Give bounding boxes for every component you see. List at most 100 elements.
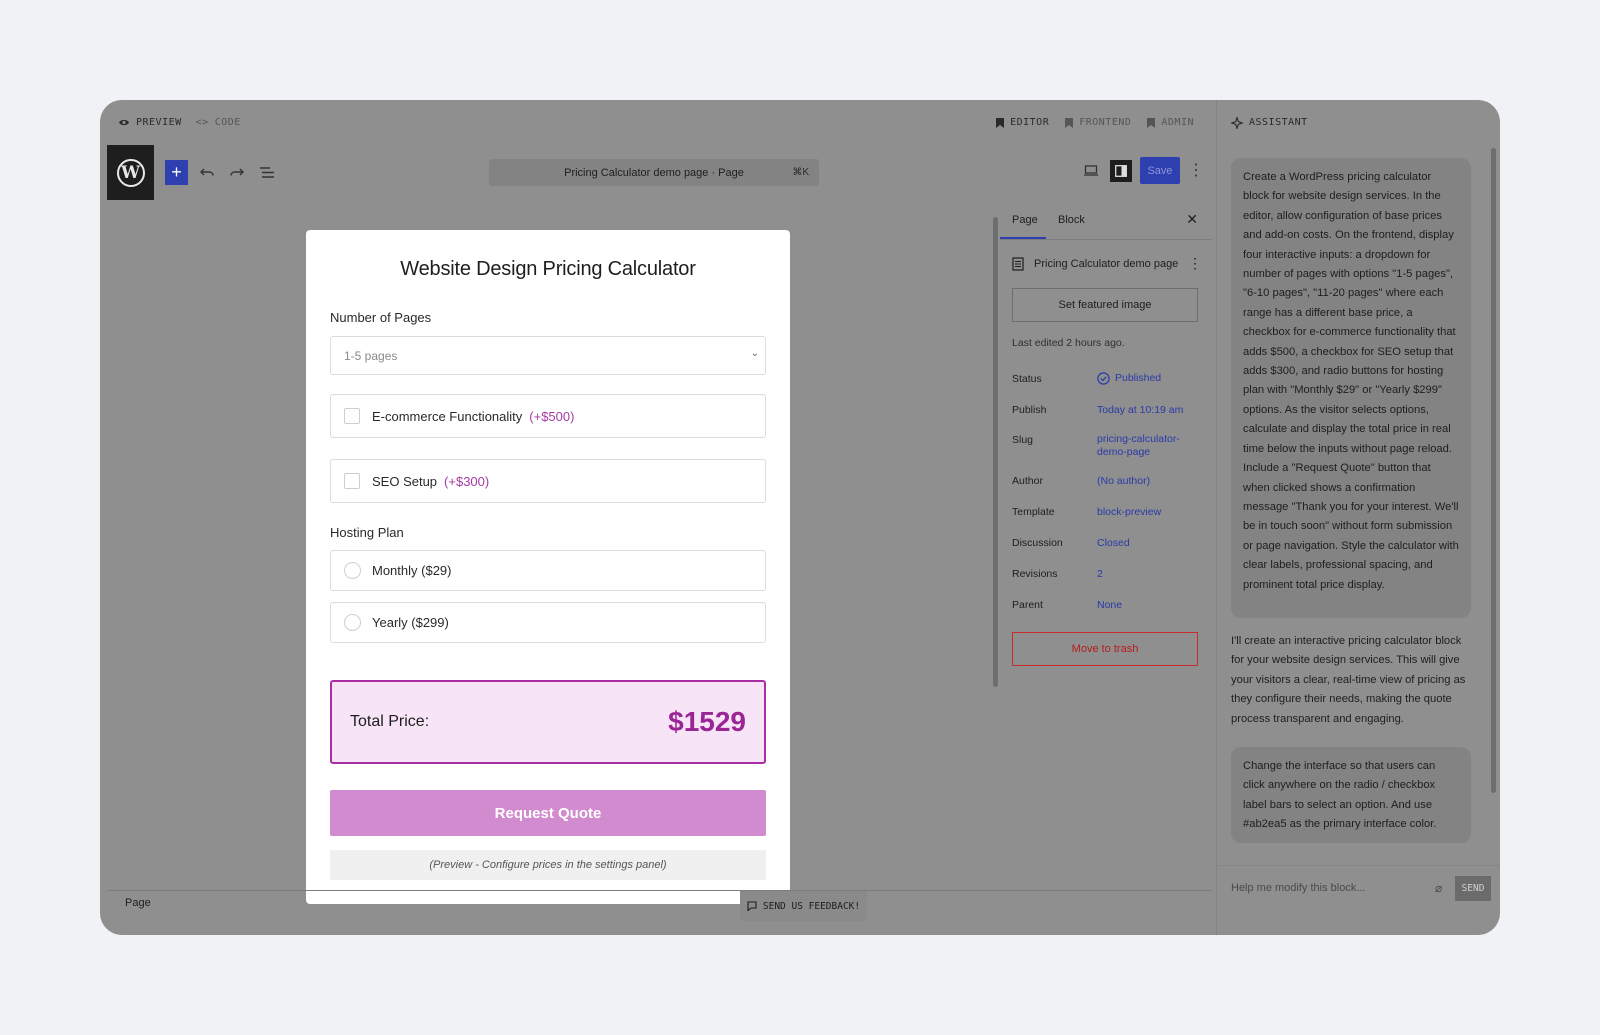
prompt-input[interactable]: Help me modify this block... xyxy=(1231,882,1366,894)
admin-label: ADMIN xyxy=(1161,117,1194,128)
seo-option[interactable]: SEO Setup (+$300) xyxy=(330,459,766,503)
seo-label: SEO Setup xyxy=(372,473,438,489)
ecommerce-option[interactable]: E-commerce Functionality (+$500) xyxy=(330,394,766,438)
template-key: Template xyxy=(1012,506,1055,518)
revisions-value[interactable]: 2 xyxy=(1097,568,1103,581)
editor-toolbar: W + Pricing Calculator demo page · Page … xyxy=(107,145,1212,200)
yearly-radio[interactable] xyxy=(344,614,361,631)
undo-icon xyxy=(200,168,214,176)
yearly-option[interactable]: Yearly ($299) xyxy=(330,602,766,643)
wordpress-icon: W xyxy=(116,158,145,187)
assistant-title: ASSISTANT xyxy=(1249,117,1308,128)
seo-price: (+$300) xyxy=(444,473,490,489)
last-edited: Last edited 2 hours ago. xyxy=(1012,337,1125,349)
shortcut-hint: ⌘K xyxy=(792,167,809,178)
preview-tab[interactable]: PREVIEW xyxy=(118,117,182,128)
settings-tabs: Page Block ✕ xyxy=(1000,200,1212,240)
pricing-calculator-block[interactable]: Website Design Pricing Calculator Number… xyxy=(306,230,790,904)
parent-key: Parent xyxy=(1012,599,1043,611)
options-menu-button[interactable]: ⋮ xyxy=(1188,162,1204,179)
command-palette-bar[interactable]: Pricing Calculator demo page · Page ⌘K xyxy=(489,159,819,186)
move-to-trash-button[interactable]: Move to trash xyxy=(1012,632,1198,666)
yearly-label: Yearly ($299) xyxy=(372,615,449,630)
list-view-icon xyxy=(260,167,274,178)
code-label: CODE xyxy=(214,117,241,128)
preview-label: PREVIEW xyxy=(136,117,182,128)
sparkle-icon xyxy=(1231,116,1243,129)
close-icon[interactable]: ✕ xyxy=(1186,211,1198,228)
discussion-key: Discussion xyxy=(1012,537,1063,549)
pages-select[interactable]: 1-5 pages ⌄ xyxy=(330,336,766,375)
page-name: Pricing Calculator demo page xyxy=(1034,257,1179,270)
seo-checkbox[interactable] xyxy=(344,473,360,489)
wordpress-logo-button[interactable]: W xyxy=(107,145,154,200)
user-message: Create a WordPress pricing calculator bl… xyxy=(1231,158,1471,618)
set-featured-image-button[interactable]: Set featured image xyxy=(1012,288,1198,322)
total-value: $1529 xyxy=(668,706,746,737)
redo-button[interactable] xyxy=(226,162,248,184)
add-block-button[interactable]: + xyxy=(165,160,188,185)
ecommerce-checkbox[interactable] xyxy=(344,408,360,424)
hosting-label: Hosting Plan xyxy=(330,525,404,540)
request-quote-button[interactable]: Request Quote xyxy=(330,790,766,836)
status-bar: Page SEND US FEEDBACK! xyxy=(107,890,1212,921)
settings-toggle-button[interactable] xyxy=(1110,159,1132,182)
message-list: Create a WordPress pricing calculator bl… xyxy=(1217,145,1500,865)
total-label: Total Price: xyxy=(350,713,430,730)
monthly-option[interactable]: Monthly ($29) xyxy=(330,550,766,591)
status-key: Status xyxy=(1012,373,1042,385)
total-price-box: Total Price: $1529 xyxy=(330,680,766,764)
bookmark-icon xyxy=(1147,117,1156,128)
paperclip-icon[interactable]: ⌀ xyxy=(1435,881,1442,895)
assistant-scrollbar[interactable] xyxy=(1491,148,1496,793)
view-button[interactable] xyxy=(1080,160,1102,182)
active-tab-indicator xyxy=(1000,237,1046,239)
author-value[interactable]: (No author) xyxy=(1097,475,1150,488)
tab-block[interactable]: Block xyxy=(1058,214,1085,226)
assistant-header: ASSISTANT xyxy=(1217,100,1500,145)
redo-icon xyxy=(230,168,244,176)
tab-page[interactable]: Page xyxy=(1012,214,1038,226)
ecommerce-price: (+$500) xyxy=(529,408,575,424)
sidebar-icon xyxy=(1115,164,1127,177)
desktop-icon xyxy=(1084,165,1098,176)
preview-note: (Preview - Configure prices in the setti… xyxy=(330,850,766,880)
monthly-label: Monthly ($29) xyxy=(372,563,452,578)
frontend-label: FRONTEND xyxy=(1079,117,1132,128)
revisions-key: Revisions xyxy=(1012,568,1058,580)
frontend-tab[interactable]: FRONTEND xyxy=(1065,117,1131,128)
document-overview-button[interactable] xyxy=(256,162,278,184)
chevron-down-icon: ⌄ xyxy=(750,348,759,359)
assistant-panel: ASSISTANT Create a WordPress pricing cal… xyxy=(1216,100,1500,935)
publish-key: Publish xyxy=(1012,404,1047,416)
feedback-button[interactable]: SEND US FEEDBACK! xyxy=(740,891,867,921)
editor-tab[interactable]: EDITOR xyxy=(996,117,1049,128)
publish-value[interactable]: Today at 10:19 am xyxy=(1097,404,1183,417)
slug-value[interactable]: pricing-calculator-demo-page xyxy=(1097,433,1197,459)
save-button[interactable]: Save xyxy=(1140,157,1180,184)
app-window: PREVIEW <> CODE EDITOR FRONTEND ADMIN W xyxy=(100,100,1500,935)
ecommerce-label: E-commerce Functionality xyxy=(372,408,523,424)
code-icon: <> xyxy=(195,117,209,128)
page-summary: Pricing Calculator demo page ⋮ xyxy=(1012,255,1202,272)
assistant-message: I'll create an interactive pricing calcu… xyxy=(1231,635,1466,725)
parent-value[interactable]: None xyxy=(1097,599,1122,612)
settings-sidebar: Page Block ✕ Pricing Calculator demo pag… xyxy=(1000,200,1212,890)
page-actions-button[interactable]: ⋮ xyxy=(1188,255,1202,272)
canvas-scrollbar[interactable] xyxy=(993,217,998,687)
discussion-value[interactable]: Closed xyxy=(1097,537,1130,550)
comment-icon xyxy=(747,901,757,911)
monthly-radio[interactable] xyxy=(344,562,361,579)
admin-tab[interactable]: ADMIN xyxy=(1147,117,1194,128)
code-tab[interactable]: <> CODE xyxy=(196,117,241,128)
breadcrumb-page[interactable]: Page xyxy=(125,897,151,909)
mode-bar: PREVIEW <> CODE EDITOR FRONTEND ADMIN xyxy=(100,100,1212,145)
pages-label: Number of Pages xyxy=(330,310,432,325)
page-icon xyxy=(1012,256,1024,271)
assistant-input-area: Help me modify this block... ⌀ SEND xyxy=(1217,865,1500,915)
template-value[interactable]: block-preview xyxy=(1097,506,1161,519)
status-value[interactable]: Published xyxy=(1097,372,1161,385)
undo-button[interactable] xyxy=(196,162,218,184)
eye-icon xyxy=(119,119,129,126)
send-button[interactable]: SEND xyxy=(1455,876,1491,901)
